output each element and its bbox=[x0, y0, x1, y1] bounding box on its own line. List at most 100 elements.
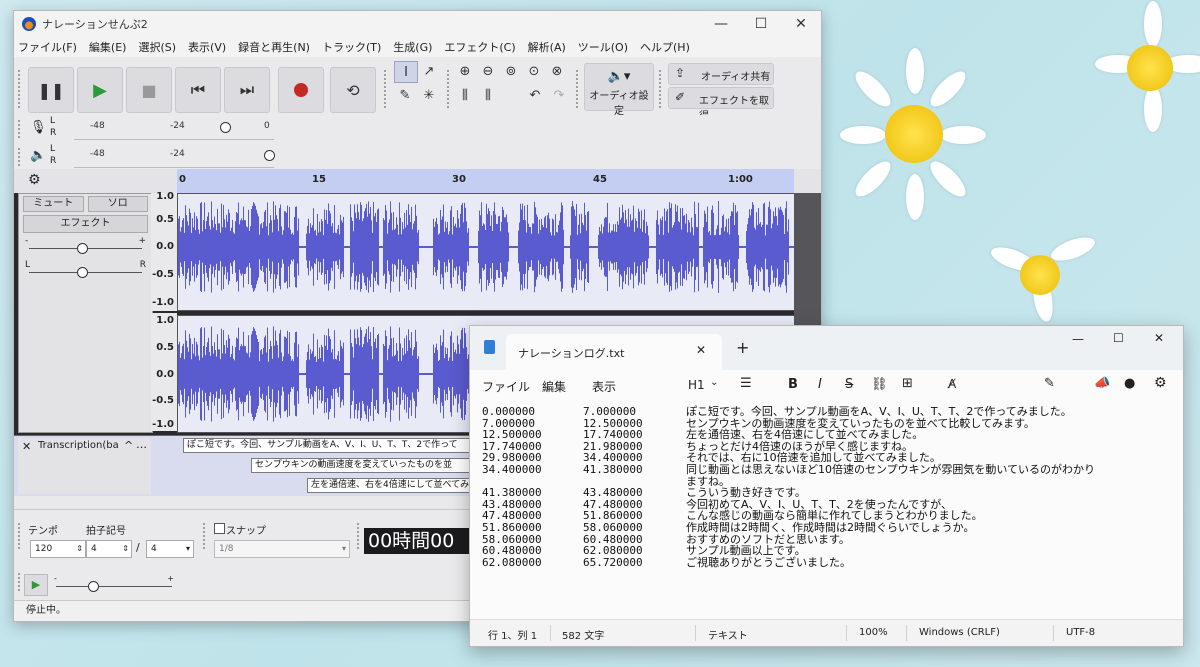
record-button[interactable] bbox=[278, 67, 324, 113]
menu-generate[interactable]: 生成(G) bbox=[393, 39, 432, 55]
multi-tool[interactable]: ✳ bbox=[418, 85, 440, 105]
zoom-in-button[interactable]: ⊕ bbox=[454, 61, 476, 81]
clear-format-icon[interactable]: A̸ bbox=[948, 377, 956, 391]
label-1[interactable]: ぽこ短です。今回、サンプル動画をA、V、I、U、T、T、2で作って bbox=[183, 438, 477, 453]
speed-slider-thumb[interactable] bbox=[88, 581, 99, 592]
maximize-button[interactable]: ☐ bbox=[1113, 331, 1124, 345]
record-level-slider[interactable] bbox=[220, 122, 231, 133]
new-tab-icon[interactable]: + bbox=[736, 338, 749, 357]
spin-icon[interactable]: ⇕ bbox=[76, 541, 83, 557]
label-2[interactable]: センプウキンの動画速度を変えていったものを並 bbox=[251, 458, 474, 473]
time-signature-denominator[interactable]: 4 ▾ bbox=[146, 540, 194, 558]
record-meter-scale[interactable]: -48 -24 0 bbox=[74, 119, 274, 140]
close-button[interactable]: ✕ bbox=[781, 11, 821, 37]
maximize-button[interactable]: ☐ bbox=[741, 11, 781, 37]
pan-slider-thumb[interactable] bbox=[77, 267, 88, 278]
menu-tracks[interactable]: トラック(T) bbox=[322, 39, 381, 55]
toolbar-grip[interactable] bbox=[17, 572, 21, 592]
snap-select[interactable]: 1/8 ▾ bbox=[214, 540, 350, 558]
close-button[interactable]: ✕ bbox=[1154, 331, 1164, 345]
time-display[interactable]: 00時間00 bbox=[364, 528, 478, 554]
silence-button[interactable]: ⫼ bbox=[477, 85, 499, 105]
more-menu-icon[interactable]: … bbox=[136, 438, 147, 451]
toolbar-grip[interactable] bbox=[202, 522, 206, 550]
toolbar-grip[interactable] bbox=[446, 69, 450, 109]
toolbar-grip[interactable] bbox=[17, 69, 21, 109]
toolbar-grip[interactable] bbox=[17, 522, 21, 550]
notification-icon[interactable]: 📣 bbox=[1094, 376, 1110, 391]
gear-icon[interactable]: ⚙ bbox=[28, 172, 41, 188]
copilot-icon[interactable]: ✎ bbox=[1044, 376, 1055, 391]
spin-icon[interactable]: ⇕ bbox=[122, 541, 129, 557]
menu-transport[interactable]: 録音と再生(N) bbox=[238, 39, 310, 55]
draw-tool[interactable]: ✎ bbox=[394, 85, 416, 105]
settings-icon[interactable]: ⚙ bbox=[1154, 375, 1167, 391]
label-track-name[interactable]: Transcription(ba bbox=[38, 440, 119, 451]
waveform-channel-left[interactable] bbox=[177, 193, 796, 311]
strikethrough-icon[interactable]: S bbox=[845, 377, 853, 392]
menu-file[interactable]: ファイル bbox=[482, 378, 530, 395]
toolbar-grip[interactable] bbox=[658, 69, 662, 109]
toolbar-grip[interactable] bbox=[575, 69, 579, 109]
toolbar-grip[interactable] bbox=[17, 119, 21, 139]
menu-edit[interactable]: 編集 bbox=[542, 378, 566, 395]
skip-to-start-button[interactable]: ⏮ bbox=[175, 67, 221, 113]
menu-edit[interactable]: 編集(E) bbox=[89, 39, 127, 55]
label-3[interactable]: 左を通倍速、右を4倍速にして並べてみ bbox=[307, 478, 475, 493]
gain-slider[interactable]: - + bbox=[25, 236, 146, 258]
snap-checkbox[interactable] bbox=[214, 523, 225, 534]
menu-file[interactable]: ファイル(F) bbox=[18, 39, 77, 55]
menu-help[interactable]: ヘルプ(H) bbox=[640, 39, 690, 55]
document-tab[interactable]: ナレーションログ.txt ✕ bbox=[506, 334, 722, 370]
timeline-bar[interactable] bbox=[177, 169, 794, 193]
stop-button[interactable]: ■ bbox=[126, 67, 172, 113]
play-at-speed-button[interactable]: ▶ bbox=[24, 574, 48, 596]
trim-button[interactable]: ⫼ bbox=[454, 85, 476, 105]
pan-slider[interactable]: L R bbox=[25, 260, 146, 282]
fit-project-button[interactable]: ⊙ bbox=[523, 61, 545, 81]
minimize-button[interactable]: — bbox=[1072, 332, 1084, 346]
effects-button[interactable]: エフェクト bbox=[23, 215, 148, 233]
menu-analyze[interactable]: 解析(A) bbox=[528, 39, 566, 55]
envelope-tool[interactable]: ↗ bbox=[418, 61, 440, 81]
playback-level-slider[interactable] bbox=[264, 150, 275, 161]
skip-to-end-button[interactable]: ⏭ bbox=[224, 67, 270, 113]
zoom-out-button[interactable]: ⊖ bbox=[477, 61, 499, 81]
track-control-panel[interactable]: ミュート ソロ エフェクト - + L R bbox=[18, 193, 153, 433]
zoom-toggle-button[interactable]: ⊗ bbox=[546, 61, 568, 81]
play-button[interactable]: ▶ bbox=[77, 67, 123, 113]
chevron-up-icon[interactable]: ^ bbox=[124, 439, 133, 452]
audio-settings-button[interactable]: 🔈▾ オーディオ設定 bbox=[584, 63, 654, 117]
link-icon[interactable]: ⛓ bbox=[871, 377, 888, 392]
time-signature-numerator[interactable]: 4 ⇕ bbox=[86, 540, 132, 558]
playback-speed-slider[interactable]: - + bbox=[54, 574, 174, 594]
italic-icon[interactable]: I bbox=[818, 377, 822, 392]
text-area[interactable]: 0.000000 7.000000 ぽこ短です。今回、サンプル動画をA、V、I、U、… bbox=[482, 406, 1183, 620]
loop-button[interactable]: ⟲ bbox=[330, 67, 376, 113]
menu-tools[interactable]: ツール(O) bbox=[578, 39, 628, 55]
toolbar-grip[interactable] bbox=[383, 69, 387, 109]
playback-meter-scale[interactable]: -48 -24 bbox=[74, 147, 275, 168]
menu-view[interactable]: 表示(V) bbox=[188, 39, 226, 55]
minimize-button[interactable]: — bbox=[701, 11, 741, 37]
share-audio-button[interactable]: ⇪ オーディオ共有 bbox=[668, 63, 774, 85]
tempo-input[interactable]: 120 ⇕ bbox=[30, 540, 86, 558]
menu-effect[interactable]: エフェクト(C) bbox=[444, 39, 515, 55]
close-tab-icon[interactable]: ✕ bbox=[696, 343, 706, 357]
close-track-icon[interactable]: ✕ bbox=[22, 440, 31, 453]
menu-view[interactable]: 表示 bbox=[592, 378, 616, 395]
fit-selection-button[interactable]: ⊚ bbox=[500, 61, 522, 81]
solo-button[interactable]: ソロ bbox=[87, 196, 148, 212]
selection-tool[interactable]: I bbox=[394, 61, 418, 83]
table-icon[interactable]: ⊞ bbox=[902, 376, 913, 391]
menu-select[interactable]: 選択(S) bbox=[138, 39, 176, 55]
list-icon[interactable]: ☰ bbox=[740, 376, 752, 391]
mute-button[interactable]: ミュート bbox=[23, 196, 84, 212]
redo-button[interactable]: ↷ bbox=[548, 85, 570, 105]
toolbar-grip[interactable] bbox=[356, 522, 360, 550]
get-effects-button[interactable]: ✐ エフェクトを取得 bbox=[668, 87, 774, 122]
account-icon[interactable]: ● bbox=[1124, 376, 1135, 391]
toolbar-grip[interactable] bbox=[17, 147, 21, 167]
heading-dropdown[interactable]: H1 bbox=[688, 378, 705, 392]
timeline-ruler[interactable]: ⚙ 0 15 30 45 1:00 bbox=[14, 169, 821, 193]
